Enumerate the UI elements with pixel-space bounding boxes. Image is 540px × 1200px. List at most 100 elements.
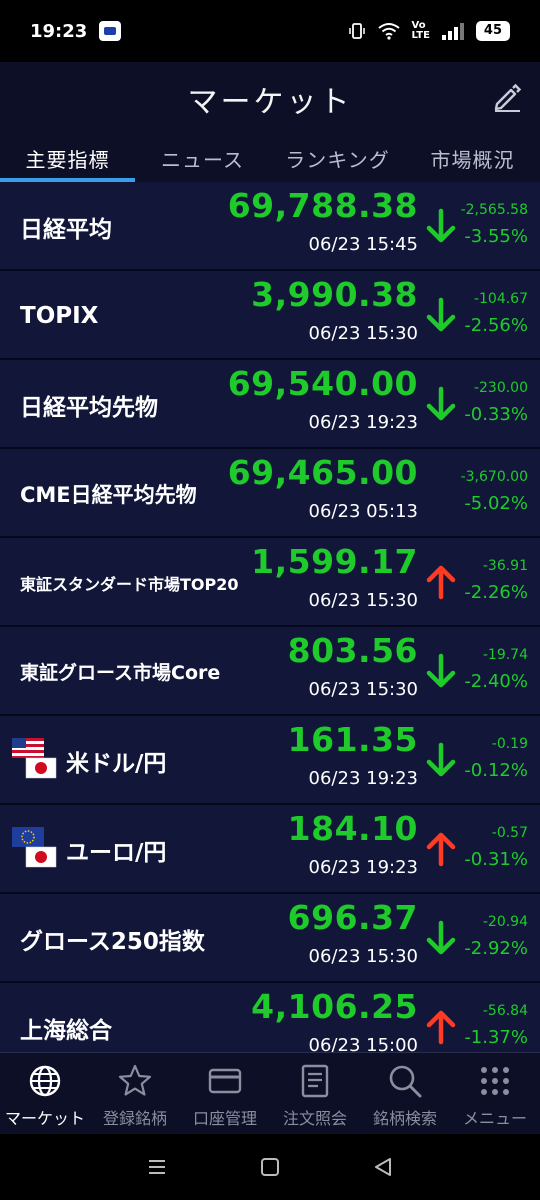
arrow-down-icon (426, 742, 456, 777)
market-timestamp: 06/23 19:23 (308, 768, 418, 789)
arrow-down-icon (426, 297, 456, 332)
market-change-percent: -0.33% (464, 404, 528, 425)
market-timestamp: 06/23 15:30 (308, 323, 418, 344)
market-row[interactable]: グロース250指数 696.37 06/23 15:30 -20.94 -2.9… (0, 894, 540, 983)
nav-label: メニュー (462, 1109, 527, 1128)
nav-label: 注文照会 (282, 1109, 347, 1128)
tab-main-indicators[interactable]: 主要指標 (0, 136, 135, 182)
market-name: 米ドル/円 (66, 750, 167, 777)
market-change: -0.57 (491, 825, 528, 841)
signal-icon (441, 22, 464, 40)
arrow-up-icon (426, 565, 456, 600)
market-change-percent: -3.55% (464, 226, 528, 247)
tab-market-overview[interactable]: 市場概況 (405, 136, 540, 182)
arrow-down-icon (426, 920, 456, 955)
market-change-percent: -2.26% (464, 582, 528, 603)
market-change-percent: -2.40% (464, 671, 528, 692)
market-change: -56.84 (482, 1003, 528, 1019)
market-name: 日経平均 (20, 216, 112, 243)
arrow-up-icon (426, 832, 456, 867)
market-row[interactable]: 米ドル/円 161.35 06/23 19:23 -0.19 -0.12% (0, 716, 540, 805)
us-jp-flag-icon (12, 738, 57, 779)
market-change: -0.19 (491, 736, 528, 752)
app-header: マーケット (0, 62, 540, 136)
market-row[interactable]: CME日経平均先物 69,465.00 06/23 05:13 -3,670.0… (0, 449, 540, 538)
market-row[interactable]: 東証グロース市場Core 803.56 06/23 15:30 -19.74 -… (0, 627, 540, 716)
document-icon (301, 1064, 329, 1098)
market-timestamp: 06/23 15:00 (308, 1035, 418, 1052)
market-price: 696.37 (287, 898, 418, 937)
arrow-down-icon (426, 653, 456, 688)
market-price: 69,788.38 (227, 186, 418, 225)
market-row[interactable]: ユーロ/円 184.10 06/23 19:23 -0.57 -0.31% (0, 805, 540, 894)
market-change-percent: -0.31% (464, 849, 528, 870)
star-icon (118, 1064, 152, 1096)
market-timestamp: 06/23 15:45 (308, 234, 418, 255)
market-row[interactable]: 日経平均 69,788.38 06/23 15:45 -2,565.58 -3.… (0, 182, 540, 271)
nav-market[interactable]: マーケット (0, 1053, 90, 1134)
status-bar: 19:23 Vo LTE 45 (0, 0, 540, 62)
market-price: 184.10 (287, 809, 418, 848)
market-name: TOPIX (20, 302, 99, 329)
arrow-down-icon (426, 386, 456, 421)
arrow-up-icon (426, 1010, 456, 1045)
system-navigation-bar (0, 1134, 540, 1200)
eu-jp-flag-icon (12, 827, 57, 868)
market-name: CME日経平均先物 (20, 482, 197, 507)
market-price: 803.56 (287, 631, 418, 670)
edit-pencil-icon[interactable] (492, 82, 522, 112)
market-change: -3,670.00 (460, 469, 528, 485)
market-change: -230.00 (473, 380, 528, 396)
market-list[interactable]: 日経平均 69,788.38 06/23 15:45 -2,565.58 -3.… (0, 182, 540, 1052)
nav-menu[interactable]: メニュー (450, 1053, 540, 1134)
market-change-percent: -2.92% (464, 938, 528, 959)
tab-news[interactable]: ニュース (135, 136, 270, 182)
recent-apps-icon[interactable] (145, 1155, 169, 1179)
nav-account[interactable]: 口座管理 (180, 1053, 270, 1134)
market-change-percent: -1.37% (464, 1027, 528, 1048)
market-name: ユーロ/円 (66, 839, 167, 866)
back-icon[interactable] (371, 1155, 395, 1179)
market-price: 4,106.25 (251, 987, 418, 1026)
battery-indicator: 45 (475, 21, 510, 41)
nav-label: マーケット (4, 1109, 85, 1128)
market-name: 東証スタンダード市場TOP20 (20, 574, 239, 594)
market-price: 1,599.17 (251, 542, 418, 581)
tab-ranking[interactable]: ランキング (270, 136, 405, 182)
market-timestamp: 06/23 15:30 (308, 946, 418, 967)
card-icon (208, 1068, 242, 1094)
market-change: -19.74 (482, 647, 528, 663)
vibrate-icon (348, 23, 365, 39)
nav-orders[interactable]: 注文照会 (270, 1053, 360, 1134)
home-icon[interactable] (258, 1155, 282, 1179)
app-notification-icon (99, 21, 122, 41)
market-name: 日経平均先物 (20, 394, 158, 421)
market-change: -20.94 (482, 914, 528, 930)
market-timestamp: 06/23 19:23 (308, 857, 418, 878)
status-time: 19:23 (30, 20, 88, 42)
nav-search[interactable]: 銘柄検索 (360, 1053, 450, 1134)
market-row[interactable]: TOPIX 3,990.38 06/23 15:30 -104.67 -2.56… (0, 271, 540, 360)
nav-label: 口座管理 (192, 1109, 257, 1128)
nav-watchlist[interactable]: 登録銘柄 (90, 1053, 180, 1134)
market-name: 上海総合 (20, 1017, 112, 1044)
status-indicators: Vo LTE 45 (348, 21, 510, 41)
grid-menu-icon (481, 1067, 509, 1095)
market-row[interactable]: 日経平均先物 69,540.00 06/23 19:23 -230.00 -0.… (0, 360, 540, 449)
bottom-navigation: マーケット 登録銘柄 口座管理 注文照会 銘柄検索 メニュー (0, 1052, 540, 1134)
wifi-icon (377, 23, 400, 40)
market-timestamp: 06/23 19:23 (308, 412, 418, 433)
market-row[interactable]: 東証スタンダード市場TOP20 1,599.17 06/23 15:30 -36… (0, 538, 540, 627)
page-title: マーケット (187, 85, 353, 120)
arrow-down-icon (426, 208, 456, 243)
market-name: グロース250指数 (20, 928, 205, 955)
market-row[interactable]: 上海総合 4,106.25 06/23 15:00 -56.84 -1.37% (0, 983, 540, 1052)
nav-label: 登録銘柄 (102, 1109, 167, 1128)
market-change: -104.67 (473, 291, 528, 307)
market-name: 東証グロース市場Core (20, 662, 221, 684)
market-timestamp: 06/23 15:30 (308, 590, 418, 611)
volte-indicator: Vo LTE (411, 20, 430, 41)
market-price: 69,540.00 (227, 364, 418, 403)
market-change: -2,565.58 (460, 202, 528, 218)
market-price: 69,465.00 (227, 453, 418, 492)
